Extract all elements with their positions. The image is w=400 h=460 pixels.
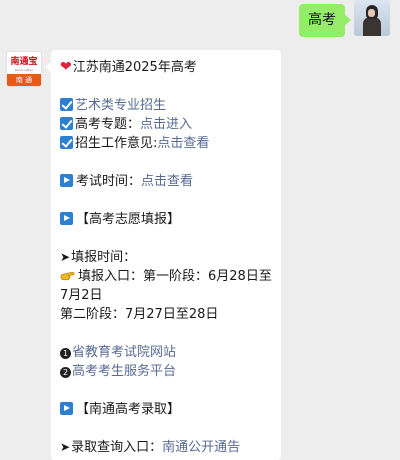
incoming-message-bubble: ❤江苏南通2025年高考 艺术类专业招生 高考专题：点击进入 招生工作意见:点击… bbox=[45, 50, 281, 460]
art-line: 艺术类专业招生 bbox=[60, 96, 272, 115]
outgoing-message-row: 高考 bbox=[0, 0, 400, 45]
user-message-bubble[interactable]: 高考 bbox=[299, 4, 351, 37]
fill-entry-text: 填报入口：第一阶段：6月28日至7月2日 bbox=[60, 269, 272, 303]
link2-line: 2 高考考生服务平台 bbox=[60, 362, 272, 381]
play-icon bbox=[60, 402, 73, 415]
admission-header-line: 【南通高考录取】 bbox=[60, 400, 272, 419]
publisher-logo-text: 南通宝 bbox=[10, 57, 38, 67]
avatar-figure-face bbox=[368, 9, 375, 17]
cutoff-line: ➤录取查询入口：南通公开通告 bbox=[60, 438, 272, 457]
message-title-line: ❤江苏南通2025年高考 bbox=[60, 58, 272, 77]
volunteer-header: 【高考志愿填报】 bbox=[76, 212, 181, 227]
enroll-opinion-line: 招生工作意见:点击查看 bbox=[60, 134, 272, 153]
exam-time-label: 考试时间： bbox=[76, 174, 142, 189]
cutoff-label: 录取查询入口： bbox=[71, 440, 163, 455]
exam-institute-link[interactable]: 省教育考试院网站 bbox=[72, 345, 176, 360]
avatar-figure-body bbox=[363, 17, 381, 36]
fill-time-line: ➤填报时间： bbox=[60, 248, 272, 267]
pointing-hand-icon bbox=[60, 271, 75, 281]
checkbox-icon bbox=[60, 117, 73, 130]
enroll-opinion-label: 招生工作意见: bbox=[75, 136, 158, 151]
checkbox-icon bbox=[60, 98, 73, 111]
gaokao-topic-line: 高考专题：点击进入 bbox=[60, 115, 272, 134]
checkbox-icon bbox=[60, 136, 73, 149]
message-title: 江苏南通2025年高考 bbox=[72, 60, 197, 75]
play-icon bbox=[60, 174, 73, 187]
cutoff-link[interactable]: 南通公开通告 bbox=[162, 440, 240, 455]
number-two-icon: 2 bbox=[60, 367, 71, 378]
stage2-line: 第二阶段：7月27日至28日 bbox=[60, 305, 272, 324]
gaokao-topic-label: 高考专题： bbox=[75, 117, 141, 132]
enroll-opinion-link[interactable]: 点击查看 bbox=[157, 136, 209, 151]
candidate-service-link[interactable]: 高考考生服务平台 bbox=[72, 364, 176, 379]
stage2-text: 第二阶段：7月27日至28日 bbox=[60, 307, 219, 322]
link1-line: 1 省教育考试院网站 bbox=[60, 343, 272, 362]
exam-time-line: 考试时间：点击查看 bbox=[60, 172, 272, 191]
publisher-logo-subtext: NantongBao bbox=[14, 68, 34, 72]
arrow-right-icon: ➤ bbox=[60, 440, 71, 454]
publisher-avatar[interactable]: 南通宝 NantongBao 南 通 bbox=[6, 51, 42, 87]
number-one-icon: 1 bbox=[60, 348, 71, 359]
gaokao-topic-link[interactable]: 点击进入 bbox=[140, 117, 192, 132]
fill-time-label: 填报时间： bbox=[71, 250, 137, 265]
user-avatar[interactable] bbox=[354, 0, 390, 36]
arrow-right-icon: ➤ bbox=[60, 250, 71, 264]
heart-icon: ❤ bbox=[60, 59, 72, 75]
art-enrollment-link[interactable]: 艺术类专业招生 bbox=[75, 98, 166, 113]
publisher-logo-bar: 南 通 bbox=[7, 74, 41, 86]
user-message-text: 高考 bbox=[308, 12, 336, 28]
volunteer-header-line: 【高考志愿填报】 bbox=[60, 210, 272, 229]
admission-header: 【南通高考录取】 bbox=[76, 402, 181, 417]
fill-entry-line: 填报入口：第一阶段：6月28日至7月2日 bbox=[60, 267, 272, 305]
play-icon bbox=[60, 212, 73, 225]
exam-time-link[interactable]: 点击查看 bbox=[141, 174, 193, 189]
